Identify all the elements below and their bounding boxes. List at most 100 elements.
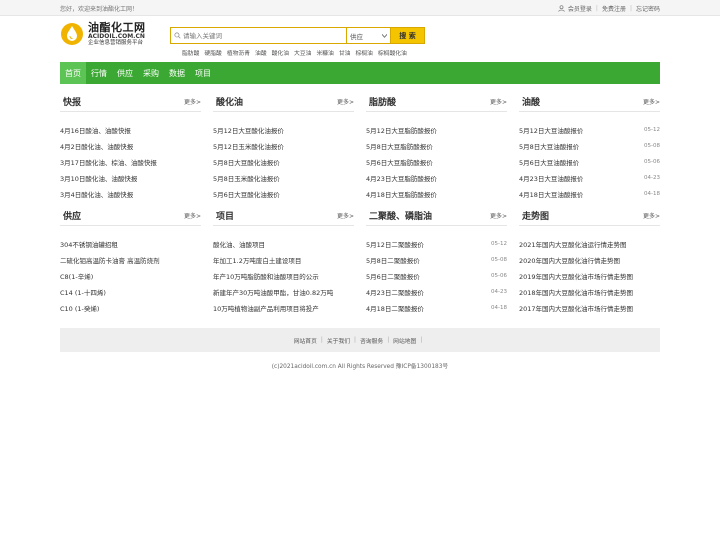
list-item-title[interactable]: 2018年国内大豆酸化油市场行情走势图 bbox=[519, 287, 633, 297]
list-item-title[interactable]: C10 (1-癸烯) bbox=[60, 303, 99, 313]
list-item[interactable]: 5月12日大豆油酸报价 05-12 bbox=[519, 122, 660, 138]
nav-item-supply[interactable]: 供应 bbox=[112, 62, 138, 84]
list-item[interactable]: 4月2日酸化油、油酸快报 bbox=[60, 138, 201, 154]
list-item-title[interactable]: 2021年国内大豆酸化油运行情走势图 bbox=[519, 239, 627, 249]
list-item-title[interactable]: 5月8日大豆酸化油报价 bbox=[213, 157, 280, 167]
site-logo[interactable]: 油酯化工网 ACIDOIL.COM.CN 企业信息营销服务平台 bbox=[60, 22, 146, 47]
list-item[interactable]: 5月8日大豆脂肪酸报价 bbox=[366, 138, 507, 154]
list-item[interactable]: 5月8日玉米酸化油报价 bbox=[213, 170, 354, 186]
footer-link[interactable]: 网站地图 bbox=[393, 336, 416, 345]
list-item-title[interactable]: 2017年国内大豆酸化油市场行情走势图 bbox=[519, 303, 633, 313]
hot-keyword[interactable]: 植物沥青 bbox=[227, 48, 250, 57]
list-item[interactable]: 年加工1.2万吨废白土建设项目 bbox=[213, 252, 354, 268]
list-item-title[interactable]: 5月6日二聚酸报价 bbox=[366, 271, 420, 281]
list-item-title[interactable]: C14 (1-十四烯) bbox=[60, 287, 106, 297]
list-item[interactable]: 4月23日大豆脂肪酸报价 bbox=[366, 170, 507, 186]
hot-keyword[interactable]: 甘油 bbox=[339, 48, 351, 57]
list-item-title[interactable]: 5月8日大豆油酸报价 bbox=[519, 141, 579, 151]
list-item[interactable]: 4月18日二聚酸报价 04-18 bbox=[366, 300, 507, 316]
column-title[interactable]: 走势图 bbox=[522, 209, 549, 222]
list-item[interactable]: 5月6日二聚酸报价 05-06 bbox=[366, 268, 507, 284]
list-item[interactable]: 5月12日大豆脂肪酸报价 bbox=[366, 122, 507, 138]
column-title[interactable]: 脂肪酸 bbox=[369, 95, 396, 108]
hot-keyword[interactable]: 大豆油 bbox=[294, 48, 311, 57]
list-item[interactable]: 3月17日酸化油、棕油、油酸快报 bbox=[60, 154, 201, 170]
list-item-title[interactable]: 年加工1.2万吨废白土建设项目 bbox=[213, 255, 301, 265]
more-link[interactable]: 更多> bbox=[490, 97, 507, 106]
search-input[interactable] bbox=[183, 31, 333, 40]
nav-item-data[interactable]: 数据 bbox=[164, 62, 190, 84]
list-item-title[interactable]: 3月4日酸化油、油酸快报 bbox=[60, 189, 133, 199]
list-item[interactable]: 年产10万吨脂肪酸和油酸项目的公示 bbox=[213, 268, 354, 284]
list-item[interactable]: 5月8日大豆酸化油报价 bbox=[213, 154, 354, 170]
list-item-title[interactable]: 5月12日大豆油酸报价 bbox=[519, 125, 583, 135]
more-link[interactable]: 更多> bbox=[184, 211, 201, 220]
list-item-title[interactable]: 4月18日大豆油酸报价 bbox=[519, 189, 583, 199]
hot-keyword[interactable]: 硬脂酸 bbox=[204, 48, 221, 57]
more-link[interactable]: 更多> bbox=[337, 97, 354, 106]
list-item[interactable]: 4月16日酸油、油酸快报 bbox=[60, 122, 201, 138]
list-item-title[interactable]: 5月6日大豆油酸报价 bbox=[519, 157, 579, 167]
list-item-title[interactable]: 5月12日大豆脂肪酸报价 bbox=[366, 125, 437, 135]
more-link[interactable]: 更多> bbox=[184, 97, 201, 106]
column-title[interactable]: 供应 bbox=[63, 209, 81, 222]
hot-keyword[interactable]: 油酸 bbox=[255, 48, 267, 57]
list-item[interactable]: C10 (1-癸烯) bbox=[60, 300, 201, 316]
list-item[interactable]: 304不锈钢油罐招租 bbox=[60, 236, 201, 252]
list-item[interactable]: 2018年国内大豆酸化油市场行情走势图 bbox=[519, 284, 660, 300]
more-link[interactable]: 更多> bbox=[643, 97, 660, 106]
list-item-title[interactable]: 4月18日大豆脂肪酸报价 bbox=[366, 189, 437, 199]
list-item[interactable]: 4月23日二聚酸报价 04-23 bbox=[366, 284, 507, 300]
list-item[interactable]: 5月6日大豆脂肪酸报价 bbox=[366, 154, 507, 170]
list-item-title[interactable]: 酸化油、油酸项目 bbox=[213, 239, 265, 249]
list-item-title[interactable]: 4月2日酸化油、油酸快报 bbox=[60, 141, 133, 151]
list-item[interactable]: 4月18日大豆脂肪酸报价 bbox=[366, 186, 507, 202]
list-item-title[interactable]: 5月6日大豆脂肪酸报价 bbox=[366, 157, 433, 167]
list-item[interactable]: 酸化油、油酸项目 bbox=[213, 236, 354, 252]
list-item-title[interactable]: 5月12日玉米酸化油报价 bbox=[213, 141, 284, 151]
list-item[interactable]: 新建年产30万吨油酸甲酯，甘油0.82万吨 bbox=[213, 284, 354, 300]
footer-link[interactable]: 咨询服务 bbox=[360, 336, 383, 345]
nav-item-home[interactable]: 首页 bbox=[60, 62, 86, 84]
column-title[interactable]: 快报 bbox=[63, 95, 81, 108]
list-item-title[interactable]: 5月8日二聚酸报价 bbox=[366, 255, 420, 265]
list-item-title[interactable]: 4月18日二聚酸报价 bbox=[366, 303, 424, 313]
list-item[interactable]: 10万吨植物油副产品利用项目将投产 bbox=[213, 300, 354, 316]
list-item[interactable]: C8(1-辛烯) bbox=[60, 268, 201, 284]
list-item-title[interactable]: 4月16日酸油、油酸快报 bbox=[60, 125, 131, 135]
list-item[interactable]: 2020年国内大豆酸化油行情走势图 bbox=[519, 252, 660, 268]
list-item-title[interactable]: 3月17日酸化油、棕油、油酸快报 bbox=[60, 157, 157, 167]
column-title[interactable]: 酸化油 bbox=[216, 95, 243, 108]
list-item-title[interactable]: 304不锈钢油罐招租 bbox=[60, 239, 118, 249]
search-category-select[interactable]: 供应 bbox=[346, 27, 390, 44]
column-title[interactable]: 项目 bbox=[216, 209, 234, 222]
more-link[interactable]: 更多> bbox=[643, 211, 660, 220]
nav-item-market[interactable]: 行情 bbox=[86, 62, 112, 84]
list-item-title[interactable]: 4月23日二聚酸报价 bbox=[366, 287, 424, 297]
list-item[interactable]: 2019年国内大豆酸化油市场行情走势图 bbox=[519, 268, 660, 284]
list-item[interactable]: 5月6日大豆油酸报价 05-06 bbox=[519, 154, 660, 170]
hot-keyword[interactable]: 棕榈酸化油 bbox=[378, 48, 407, 57]
list-item-title[interactable]: 新建年产30万吨油酸甲酯，甘油0.82万吨 bbox=[213, 287, 333, 297]
list-item-title[interactable]: 5月8日玉米酸化油报价 bbox=[213, 173, 280, 183]
list-item[interactable]: 5月8日二聚酸报价 05-08 bbox=[366, 252, 507, 268]
list-item[interactable]: 3月10日酸化油、油酸快报 bbox=[60, 170, 201, 186]
list-item-title[interactable]: 年产10万吨脂肪酸和油酸项目的公示 bbox=[213, 271, 319, 281]
footer-link[interactable]: 网站首页 bbox=[294, 336, 317, 345]
list-item[interactable]: 2021年国内大豆酸化油运行情走势图 bbox=[519, 236, 660, 252]
list-item-title[interactable]: 4月23日大豆油酸报价 bbox=[519, 173, 583, 183]
list-item-title[interactable]: 5月6日大豆酸化油报价 bbox=[213, 189, 280, 199]
search-button[interactable]: 搜 索 bbox=[390, 27, 425, 44]
list-item[interactable]: 4月23日大豆油酸报价 04-23 bbox=[519, 170, 660, 186]
list-item[interactable]: 5月12日大豆酸化油报价 bbox=[213, 122, 354, 138]
list-item-title[interactable]: C8(1-辛烯) bbox=[60, 271, 93, 281]
list-item-title[interactable]: 二硫化钼高温防卡油膏 高温防烧剂 bbox=[60, 255, 160, 265]
column-title[interactable]: 油酸 bbox=[522, 95, 540, 108]
list-item[interactable]: 4月18日大豆油酸报价 04-18 bbox=[519, 186, 660, 202]
hot-keyword[interactable]: 脂肪酸 bbox=[182, 48, 199, 57]
more-link[interactable]: 更多> bbox=[490, 211, 507, 220]
nav-item-projects[interactable]: 项目 bbox=[190, 62, 216, 84]
forgot-password-link[interactable]: 忘记密码 bbox=[636, 4, 660, 13]
more-link[interactable]: 更多> bbox=[337, 211, 354, 220]
list-item[interactable]: 5月12日二聚酸报价 05-12 bbox=[366, 236, 507, 252]
